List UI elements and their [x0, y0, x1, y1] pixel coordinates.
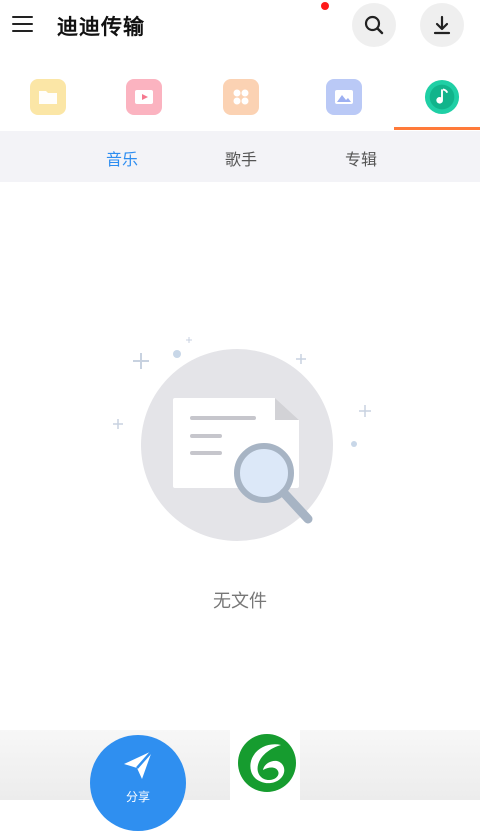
- tab-videos[interactable]: [96, 68, 192, 130]
- category-tabs: [0, 68, 480, 130]
- music-icon: [424, 79, 460, 115]
- subtab-music[interactable]: 音乐: [106, 146, 138, 170]
- empty-file-search-icon: [113, 337, 371, 541]
- download-icon: [433, 15, 451, 35]
- tab-documents[interactable]: [0, 68, 96, 130]
- video-icon: [126, 79, 162, 115]
- menu-icon[interactable]: [12, 13, 34, 35]
- share-label: 分享: [125, 790, 150, 804]
- notification-dot: [321, 2, 329, 10]
- green-leaf-logo[interactable]: [237, 733, 297, 793]
- download-button[interactable]: [420, 3, 464, 47]
- tab-music[interactable]: [394, 68, 480, 130]
- search-icon: [364, 15, 384, 35]
- image-icon: [326, 79, 362, 115]
- subtab-artists[interactable]: 歌手: [225, 146, 257, 170]
- apps-icon: [223, 79, 259, 115]
- share-button[interactable]: [90, 735, 186, 831]
- folder-icon: [30, 79, 66, 115]
- send-icon: [124, 750, 153, 779]
- top-bar: 迪迪传输: [0, 0, 480, 52]
- empty-state-text: 无文件: [213, 591, 267, 612]
- music-subtabs: 音乐 歌手 专辑: [0, 131, 480, 182]
- tab-images[interactable]: [296, 68, 392, 130]
- search-button[interactable]: [352, 3, 396, 47]
- app-title: 迪迪传输: [57, 15, 145, 39]
- subtab-albums[interactable]: 专辑: [345, 146, 377, 170]
- tab-apps[interactable]: [193, 68, 289, 130]
- selected-tab-indicator: [394, 127, 480, 130]
